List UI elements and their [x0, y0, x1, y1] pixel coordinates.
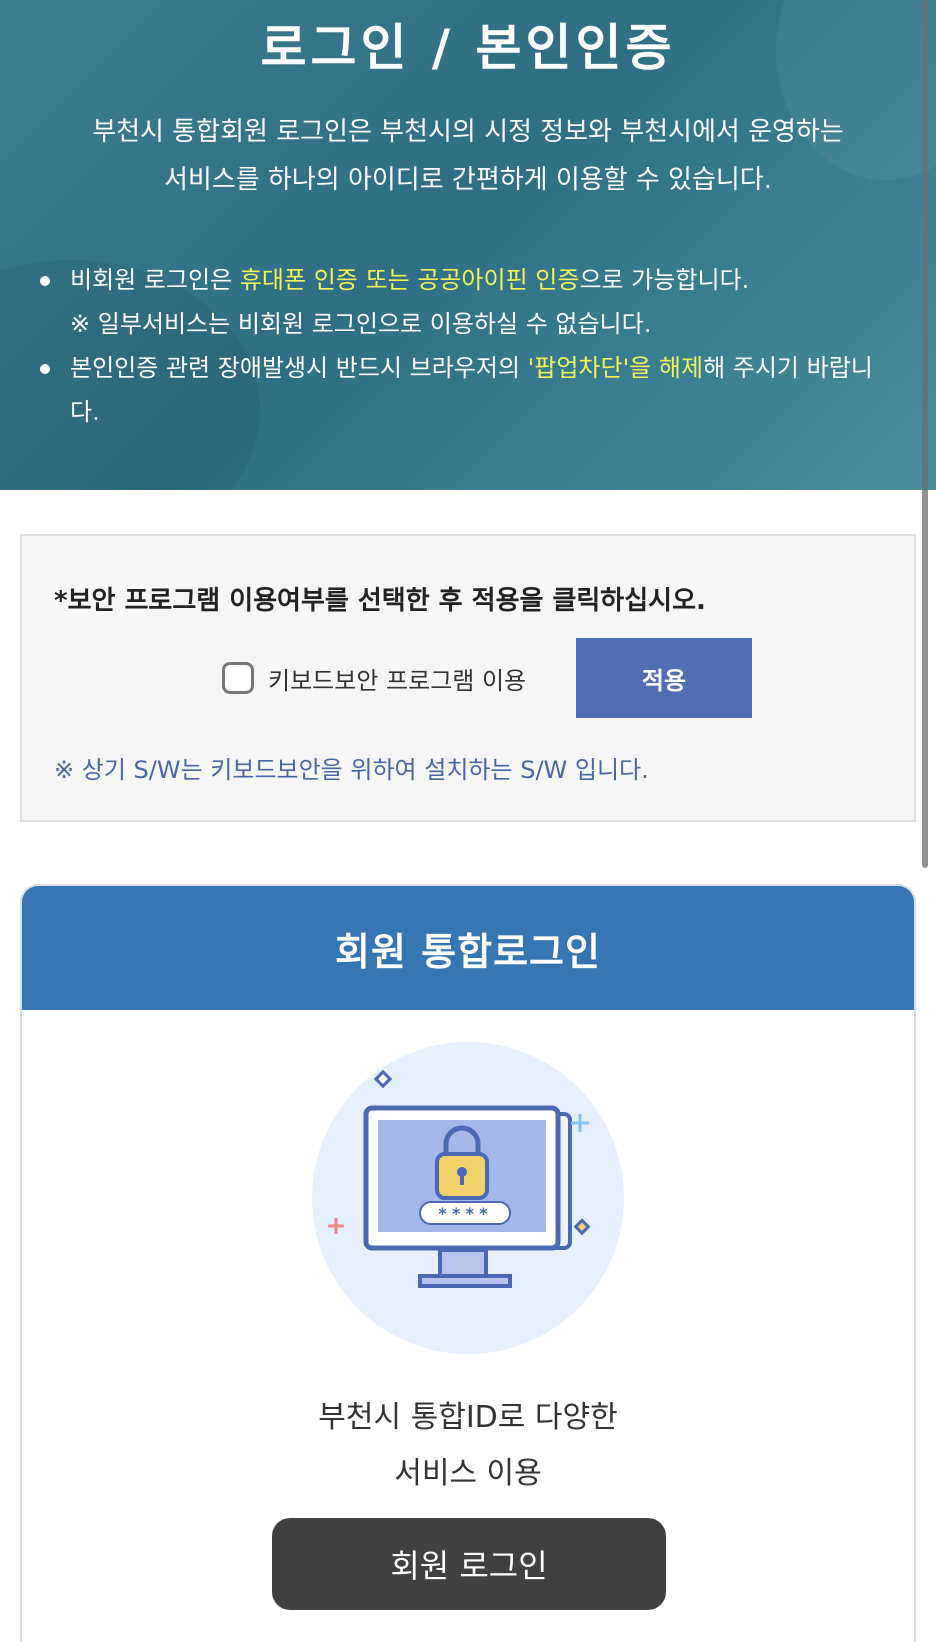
notice-text: 본인인증 관련 장애발생시 반드시 브라우저의	[70, 354, 528, 382]
card-description-line1: 부천시 통합ID로 다양한	[318, 1400, 618, 1435]
bullet-dot-icon	[40, 364, 50, 374]
notice-item-popup: 본인인증 관련 장애발생시 반드시 브라우저의 '팝업차단'을 해제해 주시기 …	[34, 346, 894, 434]
card-header-title: 회원 통합로그인	[22, 886, 914, 1010]
keyboard-security-label: 키보드보안 프로그램 이용	[268, 666, 527, 695]
hero-description-line2: 서비스를 하나의 아이디로 간편하게 이용할 수 있습니다.	[163, 165, 772, 195]
keyboard-security-checkbox[interactable]	[222, 662, 254, 694]
notice-text: 비회원 로그인은	[70, 266, 240, 294]
security-program-panel: *보안 프로그램 이용여부를 선택한 후 적용을 클릭하십시오. 키보드보안 프…	[20, 534, 916, 822]
hero-banner: 로그인 / 본인인증 부천시 통합회원 로그인은 부천시의 시정 정보와 부천시…	[0, 0, 936, 490]
password-mask: ****	[438, 1204, 493, 1223]
member-login-card: 회원 통합로그인 **** 부천시 통합ID로 다양한 서비스 이용 회원 로그…	[20, 884, 916, 1642]
card-description-line2: 서비스 이용	[394, 1456, 542, 1491]
notice-item-nonmember: 비회원 로그인은 휴대폰 인증 또는 공공아이핀 인증으로 가능합니다. ※ 일…	[34, 258, 894, 346]
hero-description: 부천시 통합회원 로그인은 부천시의 시정 정보와 부천시에서 운영하는 서비스…	[60, 108, 876, 204]
notice-subnote: ※ 일부서비스는 비회원 로그인으로 이용하실 수 없습니다.	[70, 310, 652, 338]
card-description: 부천시 통합ID로 다양한 서비스 이용	[22, 1390, 914, 1502]
monitor-lock-illustration: ****	[312, 1042, 624, 1354]
notice-list: 비회원 로그인은 휴대폰 인증 또는 공공아이핀 인증으로 가능합니다. ※ 일…	[34, 258, 894, 434]
hero-description-line1: 부천시 통합회원 로그인은 부천시의 시정 정보와 부천시에서 운영하는	[92, 117, 844, 147]
keyboard-security-option[interactable]: 키보드보안 프로그램 이용	[222, 638, 526, 718]
security-note: ※ 상기 S/W는 키보드보안을 위하여 설치하는 S/W 입니다.	[54, 756, 649, 784]
bullet-dot-icon	[40, 276, 50, 286]
page-title: 로그인 / 본인인증	[260, 19, 676, 77]
page-scrollbar[interactable]	[922, 0, 928, 868]
apply-button[interactable]: 적용	[576, 638, 752, 718]
security-instruction: *보안 프로그램 이용여부를 선택한 후 적용을 클릭하십시오.	[54, 586, 706, 616]
notice-highlight: 휴대폰 인증 또는 공공아이핀 인증	[239, 266, 580, 294]
notice-highlight: '팝업차단'을 해제	[527, 354, 704, 382]
notice-text: 으로 가능합니다.	[579, 266, 750, 294]
member-login-button[interactable]: 회원 로그인	[272, 1518, 666, 1610]
